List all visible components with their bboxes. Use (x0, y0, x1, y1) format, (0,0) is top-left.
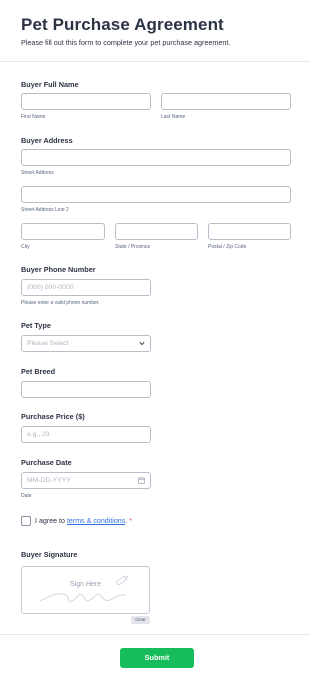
form-header: Pet Purchase Agreement Please fill out t… (0, 0, 310, 62)
street-address-sublabel: Street Address (21, 170, 54, 176)
calendar-icon[interactable] (138, 477, 145, 484)
first-name-sublabel: First Name (21, 114, 46, 120)
form-subtitle: Please fill out this form to complete yo… (21, 38, 231, 47)
date-label: Purchase Date (21, 458, 72, 467)
pet-type-select[interactable]: Please Select (21, 335, 151, 352)
terms-link[interactable]: terms & conditions (67, 517, 125, 525)
signature-scribble-icon (39, 575, 129, 602)
first-name-input[interactable] (21, 93, 151, 110)
signature-pad[interactable]: Sign Here (21, 566, 150, 614)
city-sublabel: City (21, 244, 30, 250)
state-input[interactable] (115, 223, 198, 240)
pet-breed-label: Pet Breed (21, 367, 56, 376)
date-sublabel: Date (21, 493, 32, 499)
city-input[interactable] (21, 223, 105, 240)
price-label: Purchase Price ($) (21, 412, 85, 421)
signature-label: Buyer Signature (21, 550, 78, 559)
pet-type-label: Pet Type (21, 321, 51, 330)
sign-here-text: Sign Here (70, 581, 102, 588)
submit-button[interactable]: Submit (120, 648, 194, 668)
price-placeholder: e.g., 23 (27, 431, 50, 438)
terms-suffix: . (125, 517, 128, 525)
price-input[interactable]: e.g., 23 (21, 426, 151, 443)
terms-checkbox[interactable] (21, 516, 31, 526)
phone-placeholder: (000) 000-0000 (27, 284, 74, 291)
terms-text: I agree to terms & conditions. * (35, 517, 132, 525)
state-sublabel: State / Province (115, 244, 151, 250)
street-address-line2-sublabel: Street Address Line 2 (21, 207, 69, 213)
date-placeholder: MM-DD-YYYY (27, 477, 71, 484)
buyer-name-label: Buyer Full Name (21, 80, 79, 89)
buyer-address-label: Buyer Address (21, 136, 73, 145)
postal-code-input[interactable] (208, 223, 291, 240)
last-name-input[interactable] (161, 93, 291, 110)
chevron-down-icon (139, 341, 145, 346)
footer-divider (0, 634, 310, 635)
street-address-input[interactable] (21, 149, 291, 166)
clear-signature-button[interactable]: Clear (131, 616, 150, 624)
phone-hint: Please enter a valid phone number. (21, 300, 100, 306)
phone-label: Buyer Phone Number (21, 265, 96, 274)
pet-type-selected: Please Select (27, 340, 69, 347)
date-input[interactable]: MM-DD-YYYY (21, 472, 151, 489)
postal-code-sublabel: Postal / Zip Code (208, 244, 247, 250)
form-title: Pet Purchase Agreement (21, 15, 224, 34)
last-name-sublabel: Last Name (161, 114, 186, 120)
pet-breed-input[interactable] (21, 381, 151, 398)
phone-input[interactable]: (000) 000-0000 (21, 279, 151, 296)
terms-prefix: I agree to (35, 517, 67, 525)
street-address-line2-input[interactable] (21, 186, 291, 203)
required-mark: * (129, 517, 133, 525)
